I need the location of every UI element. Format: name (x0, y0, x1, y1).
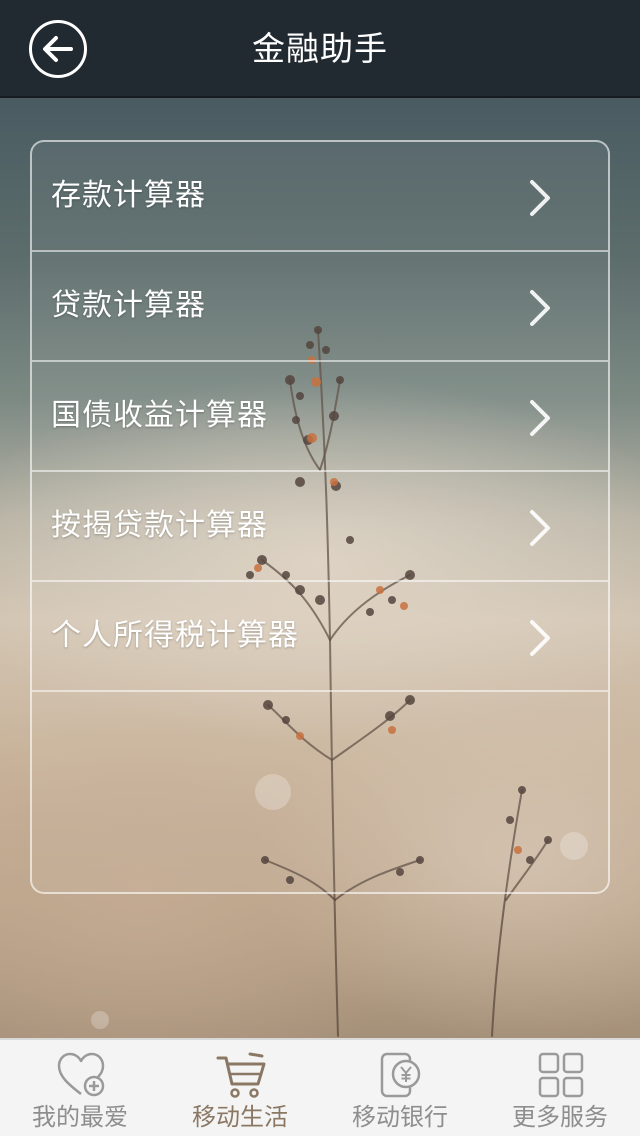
menu-item-label: 个人所得税计算器 (51, 618, 299, 653)
chevron-right-icon (530, 620, 550, 656)
header-bar: 金融助手 (0, 0, 640, 98)
tab-mobile-life[interactable]: 移动生活 (160, 1040, 320, 1136)
back-button[interactable] (29, 20, 87, 78)
shopping-cart-icon (216, 1052, 266, 1098)
menu-item-label: 贷款计算器 (51, 288, 206, 323)
menu-item-bond-calculator[interactable]: 国债收益计算器 (32, 362, 608, 472)
menu-item-label: 按揭贷款计算器 (51, 508, 268, 543)
menu-item-loan-calculator[interactable]: 贷款计算器 (32, 252, 608, 362)
calculator-menu: 存款计算器 贷款计算器 国债收益计算器 按揭贷款计算器 个人所得税计算器 (30, 140, 610, 894)
arrow-left-circle-icon (43, 36, 73, 62)
chevron-right-icon (530, 180, 550, 216)
tab-label: 我的最爱 (32, 1103, 128, 1131)
heart-plus-icon (57, 1052, 105, 1097)
chevron-right-icon (530, 290, 550, 326)
chevron-right-icon (530, 400, 550, 436)
tab-label: 移动银行 (352, 1103, 448, 1131)
menu-item-label: 存款计算器 (51, 178, 206, 213)
page-title: 金融助手 (252, 29, 388, 68)
menu-item-label: 国债收益计算器 (51, 398, 268, 433)
bottom-tab-bar: 我的最爱 移动生活 移动银行 更多服务 (0, 1038, 640, 1136)
menu-item-deposit-calculator[interactable]: 存款计算器 (32, 142, 608, 252)
menu-item-income-tax-calculator[interactable]: 个人所得税计算器 (32, 582, 608, 692)
tab-label: 移动生活 (192, 1103, 288, 1131)
grid-icon (538, 1052, 584, 1098)
tab-favorites[interactable]: 我的最爱 (0, 1040, 160, 1136)
yuan-phone-icon (380, 1052, 421, 1098)
menu-item-mortgage-calculator[interactable]: 按揭贷款计算器 (32, 472, 608, 582)
chevron-right-icon (530, 510, 550, 546)
tab-label: 更多服务 (512, 1103, 608, 1131)
tab-more-services[interactable]: 更多服务 (480, 1040, 640, 1136)
tab-mobile-banking[interactable]: 移动银行 (320, 1040, 480, 1136)
